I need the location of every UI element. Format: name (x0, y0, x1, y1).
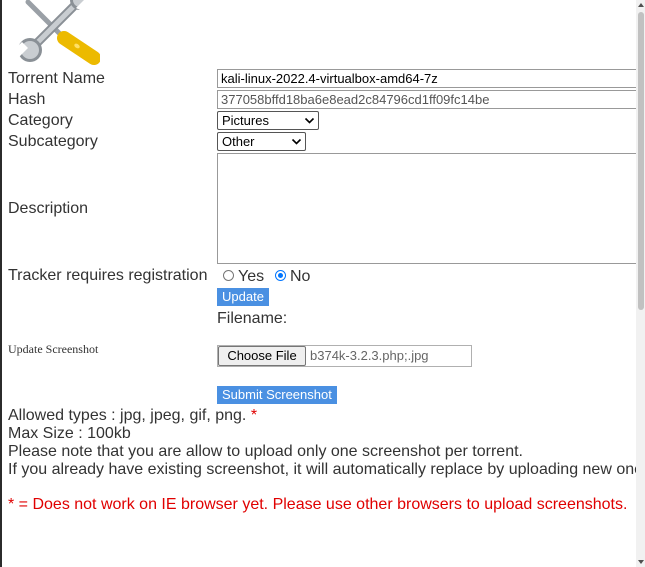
description-label: Description (8, 200, 89, 217)
required-asterisk: * (250, 407, 258, 424)
hash-label: Hash (8, 91, 46, 108)
tracker-yes-radio[interactable] (223, 270, 234, 281)
tracker-no-label[interactable]: No (290, 268, 310, 286)
ie-warning-text: * = Does not work on IE browser yet. Ple… (8, 496, 628, 513)
update-button[interactable]: Update (217, 288, 269, 306)
allowed-types-value: Allowed types : jpg, jpeg, gif, png. (8, 407, 247, 424)
subcategory-select[interactable]: Other (217, 132, 306, 151)
window-left-border (0, 0, 2, 567)
tracker-yes-label[interactable]: Yes (238, 268, 264, 286)
max-size-text: Max Size : 100kb (8, 425, 131, 442)
filename-label: Filename: (217, 310, 288, 327)
chevron-down-icon (304, 117, 315, 124)
torrent-name-label: Torrent Name (8, 70, 105, 87)
allowed-types-text: Allowed types : jpg, jpeg, gif, png. * (8, 407, 257, 425)
scroll-down-arrow-icon[interactable] (638, 560, 644, 564)
choose-file-button[interactable]: Choose File (218, 346, 306, 366)
replace-screenshot-note: If you already have existing screenshot,… (8, 461, 636, 478)
subcategory-label: Subcategory (8, 133, 98, 150)
subcategory-selected-value: Other (222, 134, 255, 149)
chevron-down-icon (291, 138, 302, 145)
hash-input[interactable]: 377058bffd18ba6e8ead2c84796cd1ff09fc14be (217, 90, 645, 109)
torrent-name-input[interactable]: kali-linux-2022.4-virtualbox-amd64-7z (217, 69, 645, 88)
one-screenshot-note: Please note that you are allow to upload… (8, 443, 523, 460)
scrollbar-thumb[interactable] (638, 12, 644, 310)
submit-screenshot-button[interactable]: Submit Screenshot (217, 386, 337, 404)
chosen-file-name: b374k-3.2.3.php;.jpg (310, 348, 429, 363)
scroll-up-arrow-icon[interactable] (638, 3, 644, 7)
screenshot-file-input[interactable]: Choose File b374k-3.2.3.php;.jpg (217, 345, 472, 367)
edit-torrent-page: Torrent Name kali-linux-2022.4-virtualbo… (0, 0, 645, 567)
description-textarea[interactable] (217, 153, 645, 264)
update-screenshot-label: Update Screenshot (8, 342, 99, 356)
tracker-no-radio[interactable] (275, 270, 286, 281)
category-select[interactable]: Pictures (217, 111, 319, 130)
wrench-screwdriver-icon (14, 0, 100, 65)
category-label: Category (8, 112, 73, 129)
category-selected-value: Pictures (222, 113, 269, 128)
tracker-registration-label: Tracker requires registration (8, 267, 208, 284)
vertical-scrollbar[interactable] (636, 0, 645, 567)
